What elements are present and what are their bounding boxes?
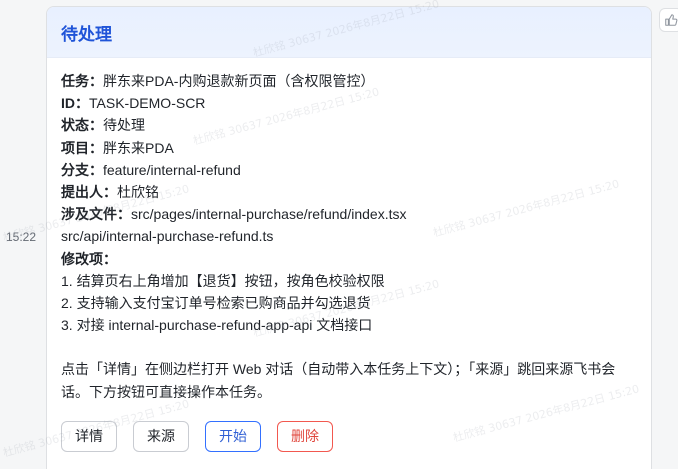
hint-text-line2: 话。下方按钮可直接操作本任务。 xyxy=(61,383,271,400)
field-branch: 分支：feature/internal-refund xyxy=(61,161,241,178)
thumbs-up-button[interactable] xyxy=(659,8,678,32)
source-button[interactable]: 来源 xyxy=(133,421,189,452)
card-body: 任务：胖东来PDA-内购退款新页面（含权限管控） ID：TASK-DEMO-SC… xyxy=(47,58,651,403)
change-item: 1. 结算页右上角增加【退货】按钮，按角色校验权限 xyxy=(61,272,385,289)
field-value: 胖东来PDA-内购退款新页面（含权限管控） xyxy=(103,73,375,89)
field-value: feature/internal-refund xyxy=(103,161,241,178)
field-value: 胖东来PDA xyxy=(103,139,174,156)
field-key: ID xyxy=(61,95,75,112)
field-project: 项目：胖东来PDA xyxy=(61,139,174,156)
field-files-extra: src/api/internal-purchase-refund.ts xyxy=(61,228,274,245)
detail-button[interactable]: 详情 xyxy=(61,421,117,452)
delete-button[interactable]: 删除 xyxy=(277,421,333,452)
changes-label: 修改项： xyxy=(61,250,117,267)
field-id: ID：TASK-DEMO-SCR xyxy=(61,95,206,112)
action-buttons: 详情 来源 开始 删除 xyxy=(61,421,333,452)
field-key: 任务 xyxy=(61,73,89,89)
field-files: 涉及文件：src/pages/internal-purchase/refund/… xyxy=(61,206,407,223)
field-value: TASK-DEMO-SCR xyxy=(89,95,206,112)
field-value: 杜欣铭 xyxy=(117,184,159,201)
field-key: 项目 xyxy=(61,139,89,156)
start-button[interactable]: 开始 xyxy=(205,421,261,452)
field-value: src/pages/internal-purchase/refund/index… xyxy=(131,206,407,223)
card-header: 待处理 xyxy=(47,7,651,58)
change-item: 3. 对接 internal-purchase-refund-app-api 文… xyxy=(61,317,373,334)
field-task: 任务：胖东来PDA-内购退款新页面（含权限管控） xyxy=(61,73,375,89)
thumbs-up-icon xyxy=(665,14,678,26)
hint-text-line1: 点击「详情」在侧边栏打开 Web 对话（自动带入本任务上下文）；「来源」跳回来源… xyxy=(61,361,616,378)
field-submitter: 提出人：杜欣铭 xyxy=(61,184,159,201)
change-item: 2. 支持输入支付宝订单号检索已购商品并勾选退货 xyxy=(61,295,371,312)
message-timestamp: 15:22 xyxy=(6,230,37,244)
field-value: 待处理 xyxy=(103,117,145,134)
card-title: 待处理 xyxy=(61,24,112,44)
field-key: 分支 xyxy=(61,161,89,178)
field-key: 提出人 xyxy=(61,184,103,201)
field-key: 涉及文件 xyxy=(61,206,117,223)
task-card: 待处理 任务：胖东来PDA-内购退款新页面（含权限管控） ID：TASK-DEM… xyxy=(46,6,652,469)
field-key: 状态 xyxy=(61,117,89,134)
field-status: 状态：待处理 xyxy=(61,117,145,134)
